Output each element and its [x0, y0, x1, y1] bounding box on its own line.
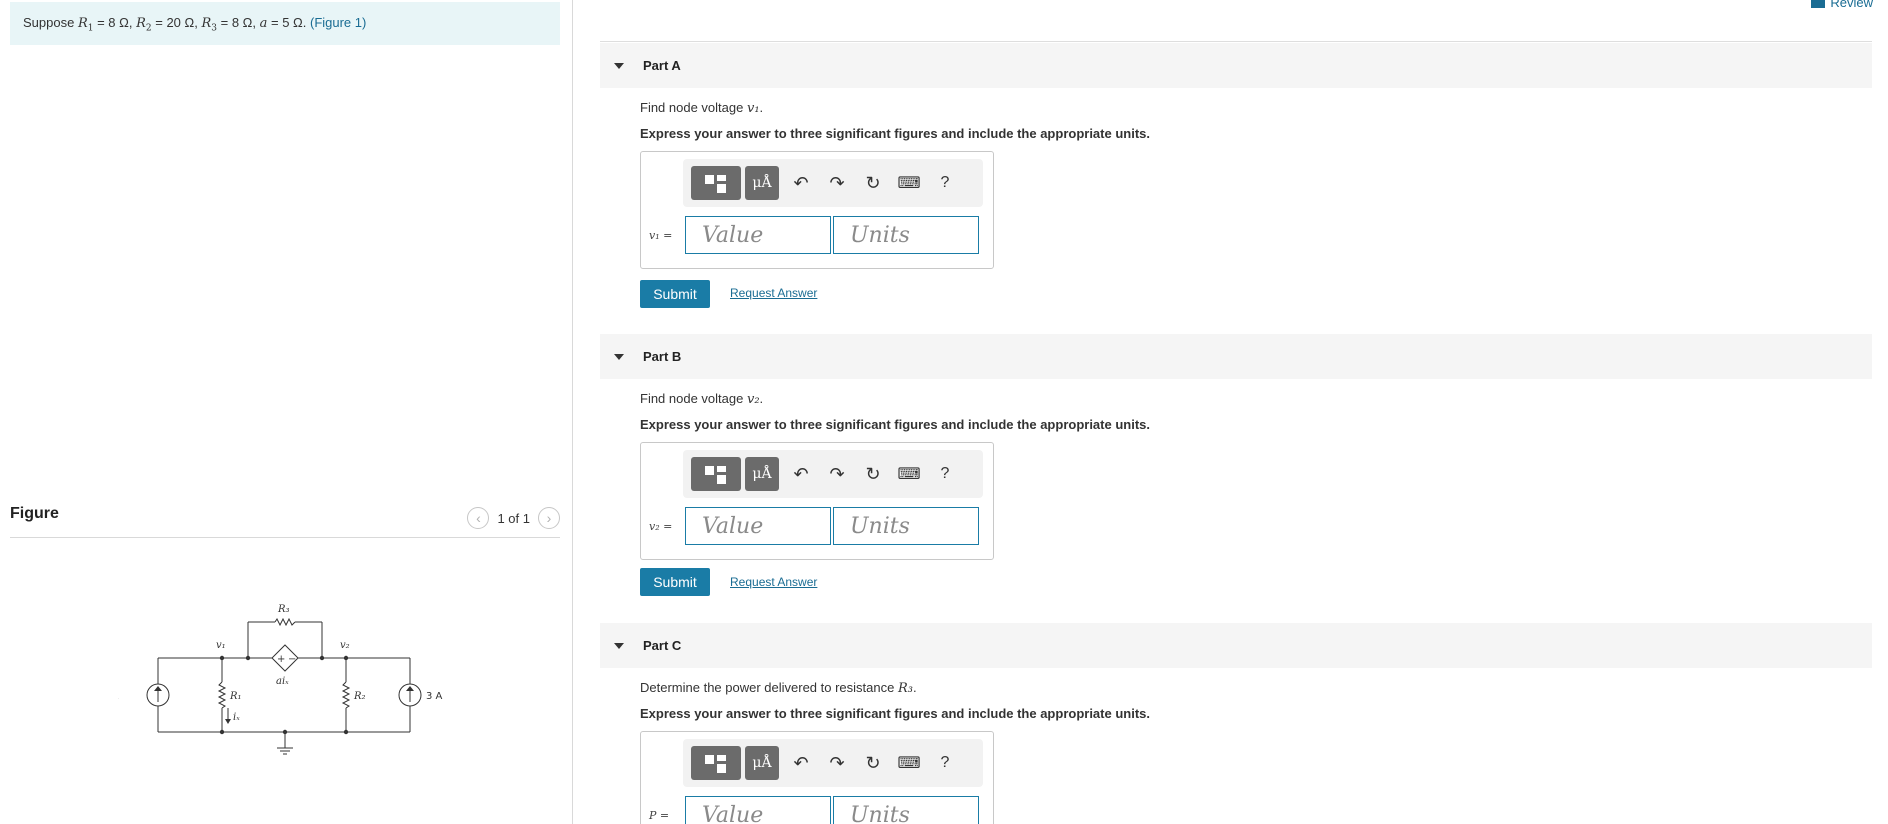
templates-button[interactable] — [691, 457, 741, 491]
keyboard-icon[interactable]: ⌨ — [891, 464, 927, 484]
figure-pager: ‹ 1 of 1 › — [467, 507, 560, 529]
keyboard-icon[interactable]: ⌨ — [891, 753, 927, 773]
r1-value: = 8 Ω, — [93, 15, 137, 30]
undo-icon[interactable]: ↶ — [783, 464, 819, 485]
r3-symbol: R3 — [201, 16, 217, 34]
label-source-right: 3 A — [426, 691, 443, 702]
next-figure-button[interactable]: › — [538, 507, 560, 529]
dep-source-plus: + — [277, 654, 285, 665]
part-b-input-row: v₂ = Value Units — [649, 507, 981, 545]
templates-icon — [703, 463, 729, 485]
label-v2: v₂ — [340, 640, 350, 651]
part-c-toolbar: μÅ ↶ ↷ ↻ ⌨ ? — [683, 739, 983, 787]
undo-icon[interactable]: ↶ — [783, 173, 819, 194]
redo-icon[interactable]: ↷ — [819, 753, 855, 774]
part-a-header[interactable]: Part A — [600, 43, 1872, 88]
label-r3: R₃ — [277, 604, 290, 615]
prev-figure-button[interactable]: ‹ — [467, 507, 490, 529]
part-a-request-answer-link[interactable]: Request Answer — [730, 286, 817, 300]
part-b-instruction: Express your answer to three significant… — [640, 417, 1150, 432]
caret-down-icon — [614, 353, 624, 360]
part-b-answer-box: μÅ ↶ ↷ ↻ ⌨ ? v₂ = Value Units — [640, 442, 994, 560]
label-ix: iₓ — [233, 712, 240, 723]
undo-icon[interactable]: ↶ — [783, 753, 819, 774]
help-icon[interactable]: ? — [927, 465, 963, 483]
redo-icon[interactable]: ↷ — [819, 173, 855, 194]
figure-divider — [10, 537, 560, 538]
label-source-left: 5 A — [118, 691, 119, 702]
part-b-submit-button[interactable]: Submit — [640, 568, 710, 596]
r1-symbol: R1 — [77, 16, 94, 34]
part-a-instruction: Express your answer to three significant… — [640, 126, 1150, 141]
units-symbols-button[interactable]: μÅ — [745, 746, 779, 780]
label-v1: v₁ — [216, 640, 226, 651]
label-r2: R₂ — [353, 691, 366, 702]
top-divider — [600, 41, 1872, 42]
reset-icon[interactable]: ↻ — [855, 753, 891, 774]
caret-down-icon — [614, 62, 624, 69]
keyboard-icon[interactable]: ⌨ — [891, 173, 927, 193]
figure-page-count: 1 of 1 — [497, 510, 530, 526]
r2-value: = 20 Ω, — [151, 15, 202, 30]
part-c-instruction: Express your answer to three significant… — [640, 706, 1150, 721]
label-r1: R₁ — [229, 691, 242, 702]
part-c-header[interactable]: Part C — [600, 623, 1872, 668]
help-icon[interactable]: ? — [927, 754, 963, 772]
redo-icon[interactable]: ↷ — [819, 464, 855, 485]
reset-icon[interactable]: ↻ — [855, 464, 891, 485]
problem-statement: Suppose R1 = 8 Ω, R2 = 20 Ω, R3 = 8 Ω, a… — [10, 2, 560, 45]
part-a-prompt: Find node voltage v₁. — [640, 100, 764, 116]
figure-link[interactable]: (Figure 1) — [310, 15, 366, 30]
part-b-toolbar: μÅ ↶ ↷ ↻ ⌨ ? — [683, 450, 983, 498]
part-b-header[interactable]: Part B — [600, 334, 1872, 379]
review-link[interactable]: Review — [1811, 0, 1873, 10]
part-a-answer-box: μÅ ↶ ↷ ↻ ⌨ ? v₁ = Value Units — [640, 151, 994, 269]
part-c-title: Part C — [643, 638, 682, 653]
part-a-value-input[interactable]: Value — [685, 216, 831, 254]
templates-icon — [703, 172, 729, 194]
part-c-prompt: Determine the power delivered to resista… — [640, 680, 917, 696]
r2-symbol: R2 — [136, 16, 152, 34]
caret-down-icon — [614, 642, 624, 649]
review-label: Review — [1830, 0, 1873, 10]
part-c-answer-box: μÅ ↶ ↷ ↻ ⌨ ? P = Value Units — [640, 731, 994, 824]
part-a-units-input[interactable]: Units — [833, 216, 979, 254]
part-c-input-row: P = Value Units — [649, 796, 981, 824]
part-b-request-answer-link[interactable]: Request Answer — [730, 575, 817, 589]
label-dependent-source: aiₓ — [276, 676, 289, 687]
part-b-var-label: v₂ = — [649, 519, 673, 533]
templates-button[interactable] — [691, 166, 741, 200]
templates-icon — [703, 752, 729, 774]
part-b-prompt: Find node voltage v₂. — [640, 391, 764, 407]
part-c-value-input[interactable]: Value — [685, 796, 831, 824]
units-symbols-button[interactable]: μÅ — [745, 166, 779, 200]
part-c-units-input[interactable]: Units — [833, 796, 979, 824]
intro-prefix: Suppose — [23, 15, 75, 30]
units-symbols-button[interactable]: μÅ — [745, 457, 779, 491]
dep-source-minus: − — [288, 654, 296, 665]
book-icon — [1811, 0, 1826, 8]
circuit-diagram: + − 5 A 3 A R₁ R₂ R₃ v₁ v₂ iₓ aiₓ — [118, 604, 443, 755]
part-a-toolbar: μÅ ↶ ↷ ↻ ⌨ ? — [683, 159, 983, 207]
part-a-var-label: v₁ = — [649, 228, 673, 242]
part-b-units-input[interactable]: Units — [833, 507, 979, 545]
a-value: = 5 Ω. — [267, 15, 310, 30]
templates-button[interactable] — [691, 746, 741, 780]
left-pane: Suppose R1 = 8 Ω, R2 = 20 Ω, R3 = 8 Ω, a… — [0, 0, 573, 824]
part-a-title: Part A — [643, 58, 681, 73]
chevron-left-icon: ‹ — [476, 510, 481, 526]
part-c-var-label: P = — [649, 808, 670, 822]
part-b-title: Part B — [643, 349, 682, 364]
part-a-input-row: v₁ = Value Units — [649, 216, 981, 254]
part-a-submit-button[interactable]: Submit — [640, 280, 710, 308]
r3-value: = 8 Ω, — [217, 15, 260, 30]
figure-title: Figure — [10, 505, 59, 522]
chevron-right-icon: › — [546, 510, 552, 526]
reset-icon[interactable]: ↻ — [855, 173, 891, 194]
part-b-value-input[interactable]: Value — [685, 507, 831, 545]
help-icon[interactable]: ? — [927, 174, 963, 192]
